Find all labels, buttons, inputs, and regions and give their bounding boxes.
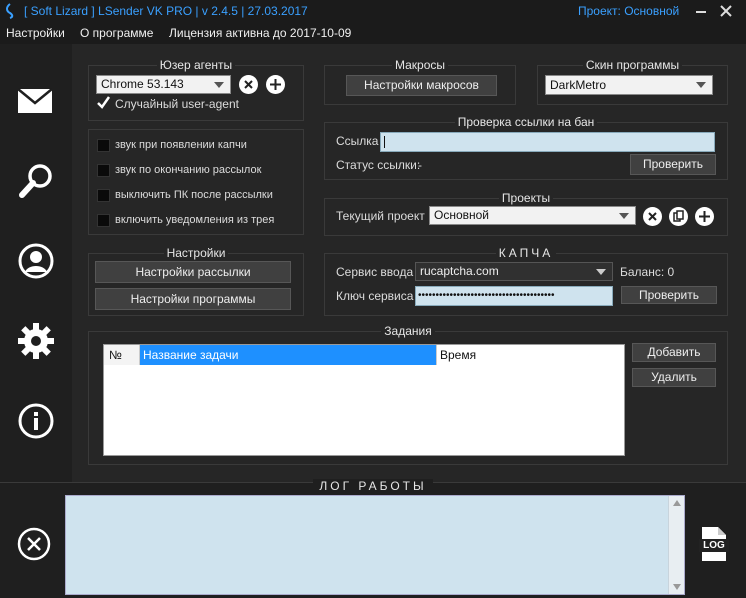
column-time-header[interactable]: Время (436, 345, 624, 365)
captcha-service-value: rucaptcha.com (420, 264, 499, 278)
skin-value: DarkMetro (550, 78, 607, 92)
captcha-key-value: ••••••••••••••••••••••••••••••••••••••• (418, 290, 555, 301)
captcha-balance: Баланс: 0 (620, 265, 675, 279)
copy-icon (673, 210, 684, 222)
sidebar-mailing-button[interactable] (0, 72, 72, 132)
sidebar-search-button[interactable] (0, 152, 72, 212)
close-icon (720, 5, 732, 17)
link-status-label: Статус ссылки: (336, 158, 421, 172)
captcha-key-label: Ключ сервиса (336, 289, 414, 303)
column-task-name-header[interactable]: Название задачи (140, 345, 436, 365)
random-user-agent-label: Случайный user-agent (115, 97, 239, 111)
current-project-label-field: Текущий проект (336, 209, 425, 223)
close-icon (244, 80, 253, 89)
add-task-button[interactable]: Добавить (632, 343, 716, 362)
delete-project-button[interactable] (643, 207, 662, 226)
project-select[interactable]: Основной (429, 206, 636, 225)
option-label: выключить ПК после рассылки (115, 189, 273, 201)
chevron-down-icon (619, 213, 629, 219)
tasks-table[interactable]: № Название задачи Время (103, 344, 625, 456)
log-title: ЛОГ РАБОТЫ (313, 479, 433, 493)
sidebar-info-button[interactable] (0, 390, 72, 450)
minimize-icon (696, 11, 706, 13)
user-agents-title: Юзер агенты (156, 58, 236, 72)
save-log-button[interactable]: LOG (698, 526, 730, 562)
option-checkbox[interactable] (97, 139, 110, 152)
scroll-down-icon[interactable] (673, 584, 681, 590)
option-label: включить уведомления из трея (115, 214, 275, 226)
option-checkbox[interactable] (97, 189, 110, 202)
tasks-title: Задания (381, 324, 435, 338)
remove-user-agent-button[interactable] (239, 75, 258, 94)
mail-icon (17, 88, 53, 113)
search-icon (19, 164, 52, 198)
mailing-settings-button[interactable]: Настройки рассылки (95, 261, 291, 283)
captcha-service-select[interactable]: rucaptcha.com (415, 262, 613, 281)
captcha-key-input[interactable]: ••••••••••••••••••••••••••••••••••••••• (415, 286, 613, 306)
log-textarea[interactable] (65, 495, 685, 595)
settings-group-title: Настройки (163, 246, 229, 260)
text-cursor (384, 136, 385, 148)
log-section: ЛОГ РАБОТЫ LOG (0, 479, 746, 598)
copy-project-button[interactable] (669, 207, 688, 226)
clear-log-button[interactable] (17, 527, 51, 561)
log-scrollbar[interactable] (668, 496, 684, 594)
plus-icon (270, 79, 281, 90)
chevron-down-icon (596, 269, 606, 275)
chevron-down-icon (696, 82, 706, 88)
license-status: Лицензия активна до 2017-10-09 (169, 26, 352, 40)
skin-title: Скин программы (582, 58, 683, 72)
user-icon (18, 243, 54, 279)
check-link-button[interactable]: Проверить (630, 154, 716, 175)
menu-about[interactable]: О программе (80, 26, 153, 40)
option-label: звук по окончанию рассылок (115, 164, 262, 176)
add-project-button[interactable] (695, 207, 714, 226)
random-user-agent-checkbox[interactable] (96, 95, 111, 110)
gear-icon (18, 323, 54, 359)
ban-check-title: Проверка ссылки на бан (454, 115, 598, 129)
delete-task-button[interactable]: Удалить (632, 368, 716, 387)
add-user-agent-button[interactable] (266, 75, 285, 94)
option-checkbox[interactable] (97, 214, 110, 227)
close-icon (648, 212, 657, 221)
menu-settings[interactable]: Настройки (6, 26, 65, 40)
menu-bar: Настройки О программе Лицензия активна д… (0, 22, 746, 44)
column-number-header[interactable]: № (104, 345, 140, 365)
close-window-button[interactable] (716, 2, 736, 20)
minimize-button[interactable] (692, 3, 710, 19)
user-agent-value: Chrome 53.143 (101, 77, 184, 91)
user-agent-select[interactable]: Chrome 53.143 (96, 75, 231, 94)
skin-select[interactable]: DarkMetro (545, 75, 713, 95)
sidebar (0, 44, 72, 482)
chevron-down-icon (214, 82, 224, 88)
option-checkbox[interactable] (97, 164, 110, 177)
window-title: [ Soft Lizard ] LSender VK PRO | v 2.4.5… (24, 4, 308, 18)
sidebar-account-button[interactable] (0, 230, 72, 290)
captcha-title: КАПЧА (495, 246, 557, 260)
macros-settings-button[interactable]: Настройки макросов (346, 75, 497, 96)
info-icon (18, 403, 54, 439)
plus-icon (699, 211, 710, 222)
link-status-value: - (418, 158, 422, 172)
option-label: звук при появлении капчи (115, 139, 247, 151)
link-input[interactable] (380, 132, 715, 152)
captcha-service-label: Сервис ввода (336, 265, 414, 279)
sidebar-settings-button[interactable] (0, 310, 72, 370)
program-settings-button[interactable]: Настройки программы (95, 288, 291, 310)
link-label: Ссылка (336, 134, 379, 148)
macros-title: Макросы (391, 58, 449, 72)
app-logo-icon (6, 3, 14, 19)
project-value: Основной (434, 208, 490, 222)
checkmark-icon (97, 96, 111, 109)
title-bar: [ Soft Lizard ] LSender VK PRO | v 2.4.5… (0, 0, 746, 22)
log-file-label: LOG (703, 540, 725, 551)
scroll-up-icon[interactable] (673, 500, 681, 506)
projects-title: Проекты (498, 191, 554, 205)
current-project-label: Проект: Основной (578, 4, 680, 18)
close-circle-icon (17, 527, 51, 561)
captcha-check-button[interactable]: Проверить (621, 286, 717, 304)
